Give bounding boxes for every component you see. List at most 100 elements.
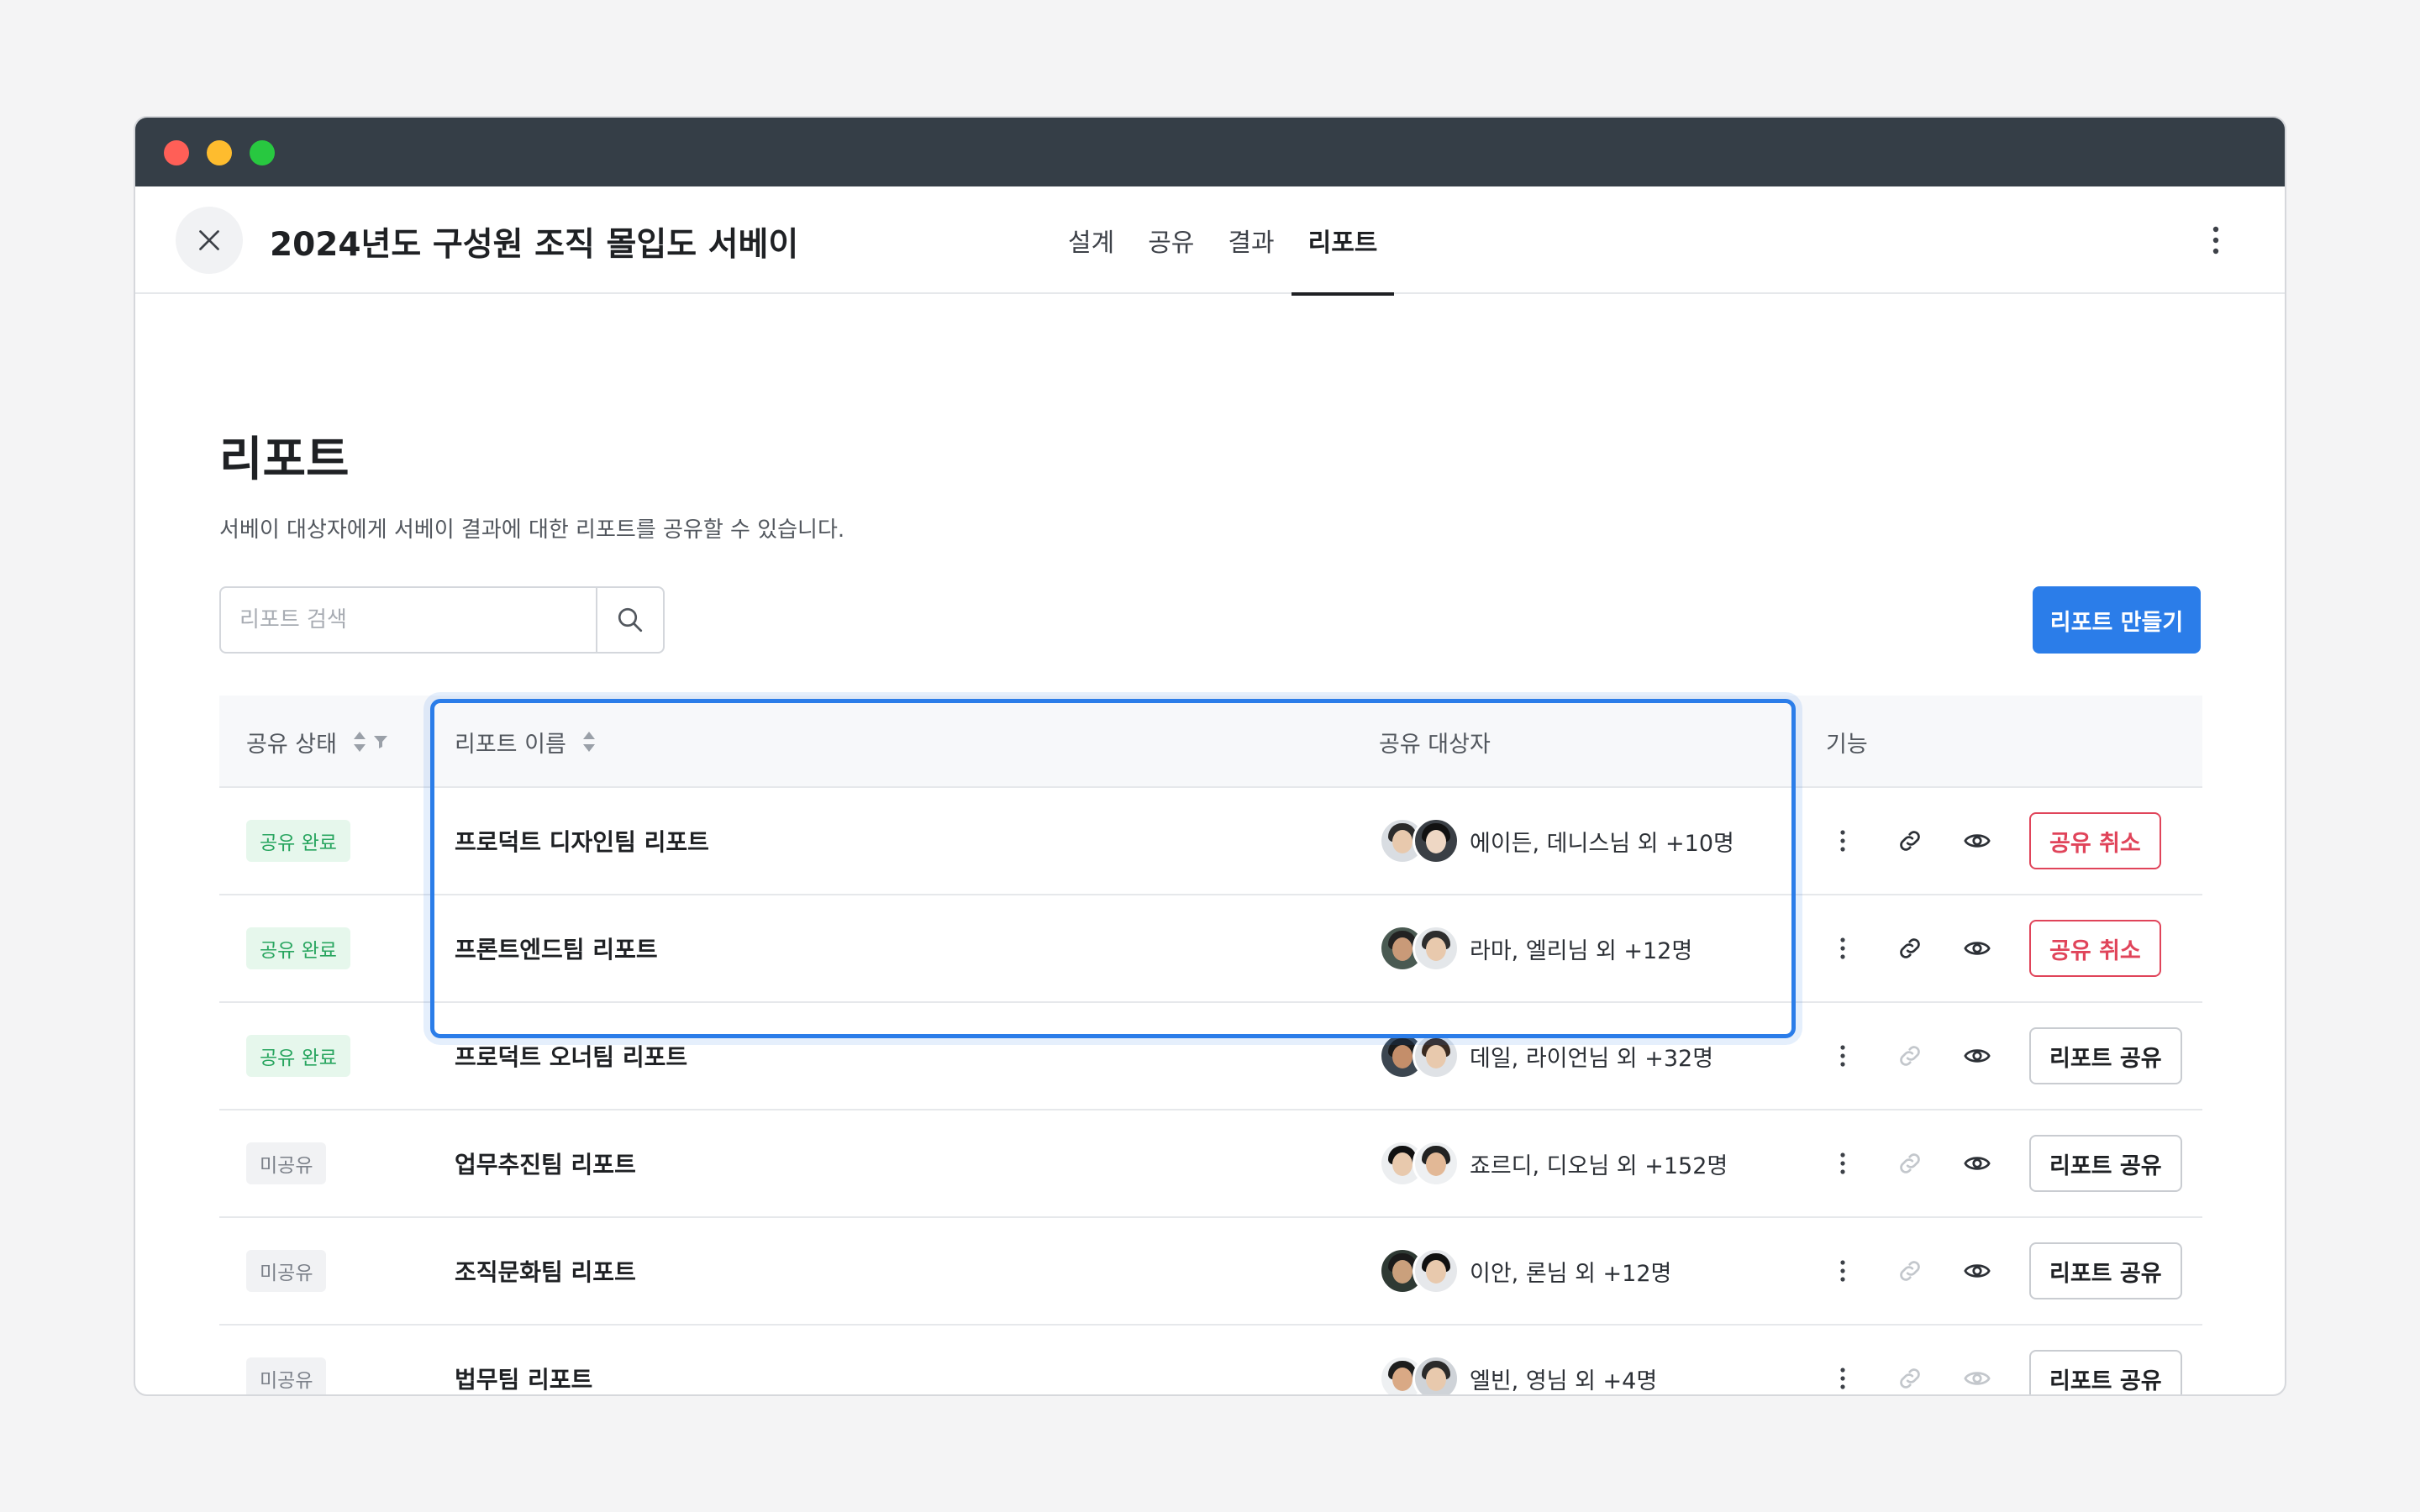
row-more-button[interactable] [1826, 932, 1860, 965]
more-vertical-icon [1840, 1045, 1845, 1067]
search-input[interactable] [221, 588, 596, 652]
report-table: 공유 상태 리포트 이름 공유 대상자 기능 공유 완료 프로덕트 디자인팀 리… [219, 696, 2202, 1394]
eye-icon [1964, 942, 1991, 955]
avatar [1413, 1355, 1460, 1394]
window-maximize-dot[interactable] [250, 140, 275, 165]
more-vertical-icon [1840, 1152, 1845, 1174]
header-name-label: 리포트 이름 [455, 731, 566, 758]
window-minimize-dot[interactable] [207, 140, 232, 165]
app-header: 2024년도 구성원 조직 몰입도 서베이 설계 공유 결과 리포트 [135, 186, 2285, 296]
avatar [1413, 1247, 1460, 1294]
share-targets: 데일, 라이언님 외 +32명 [1470, 1045, 1714, 1072]
report-name[interactable]: 프로덕트 디자인팀 리포트 [455, 788, 709, 894]
preview-button[interactable] [1960, 1254, 1994, 1288]
app-window: 2024년도 구성원 조직 몰입도 서베이 설계 공유 결과 리포트 리포트 서… [134, 116, 2286, 1396]
header-share: 공유 대상자 [1379, 731, 1491, 758]
more-vertical-icon [1840, 1368, 1845, 1389]
avatar-group [1379, 925, 1460, 972]
tab-share[interactable]: 공유 [1131, 186, 1211, 294]
search-box [219, 586, 665, 654]
status-badge: 공유 완료 [246, 820, 350, 862]
row-more-button[interactable] [1826, 1039, 1860, 1073]
header-name: 리포트 이름 [455, 696, 597, 788]
table-row[interactable]: 미공유 조직문화팀 리포트 이안, 론님 외 +12명 리포트 공유 [219, 1218, 2202, 1326]
cancel-share-button[interactable]: 공유 취소 [2029, 920, 2161, 977]
more-menu-button[interactable] [2199, 223, 2233, 257]
share-report-button[interactable]: 리포트 공유 [2029, 1242, 2182, 1299]
preview-button[interactable] [1960, 1039, 1994, 1073]
sort-icon[interactable] [352, 730, 367, 753]
avatar [1413, 817, 1460, 864]
tab-results[interactable]: 결과 [1211, 186, 1291, 294]
create-report-button[interactable]: 리포트 만들기 [2033, 586, 2201, 654]
link-icon [1900, 831, 1920, 851]
table-row[interactable]: 공유 완료 프로덕트 디자인팀 리포트 에이든, 데니스님 외 +10명 공유 … [219, 788, 2202, 895]
table-row[interactable]: 공유 완료 프론트엔드팀 리포트 라마, 엘리님 외 +12명 공유 취소 [219, 895, 2202, 1003]
link-icon [1900, 1046, 1920, 1066]
row-more-button[interactable] [1826, 1254, 1860, 1288]
tab-report[interactable]: 리포트 [1291, 186, 1395, 296]
page-title: 리포트 [219, 433, 350, 487]
share-report-button[interactable]: 리포트 공유 [2029, 1350, 2182, 1394]
more-vertical-icon [2212, 226, 2219, 255]
more-vertical-icon [1840, 1260, 1845, 1282]
table-row[interactable]: 미공유 법무팀 리포트 엘빈, 영님 외 +4명 리포트 공유 [219, 1326, 2202, 1394]
filter-icon[interactable] [372, 733, 389, 750]
window-close-dot[interactable] [164, 140, 189, 165]
copy-link-button[interactable] [1893, 1039, 1927, 1073]
report-name[interactable]: 업무추진팀 리포트 [455, 1110, 636, 1216]
status-badge: 공유 완료 [246, 1035, 350, 1077]
table-header: 공유 상태 리포트 이름 공유 대상자 기능 [219, 696, 2202, 788]
cancel-share-button[interactable]: 공유 취소 [2029, 812, 2161, 869]
preview-button[interactable] [1960, 932, 1994, 965]
preview-button[interactable] [1960, 1147, 1994, 1180]
search-button[interactable] [596, 588, 663, 652]
share-targets: 죠르디, 디오님 외 +152명 [1470, 1152, 1728, 1179]
avatar-group [1379, 1247, 1460, 1294]
survey-title: 2024년도 구성원 조직 몰입도 서베이 [270, 226, 799, 264]
report-name[interactable]: 프론트엔드팀 리포트 [455, 895, 658, 1001]
table-row[interactable]: 미공유 업무추진팀 리포트 죠르디, 디오님 외 +152명 리포트 공유 [219, 1110, 2202, 1218]
report-name[interactable]: 법무팀 리포트 [455, 1326, 592, 1394]
page-description: 서베이 대상자에게 서베이 결과에 대한 리포트를 공유할 수 있습니다. [219, 517, 845, 543]
report-name[interactable]: 프로덕트 오너팀 리포트 [455, 1003, 687, 1109]
share-report-button[interactable]: 리포트 공유 [2029, 1027, 2182, 1084]
status-badge: 미공유 [246, 1250, 327, 1292]
avatar [1413, 925, 1460, 972]
search-icon [618, 607, 643, 633]
close-button[interactable] [176, 207, 243, 274]
link-icon [1900, 1153, 1920, 1173]
tab-bar: 설계 공유 결과 리포트 [1051, 186, 1395, 296]
preview-button[interactable] [1960, 824, 1994, 858]
sort-icon[interactable] [581, 730, 597, 753]
copy-link-button[interactable] [1893, 1362, 1927, 1394]
row-more-button[interactable] [1826, 1147, 1860, 1180]
status-badge: 공유 완료 [246, 927, 350, 969]
close-icon [199, 230, 219, 250]
copy-link-button[interactable] [1893, 932, 1927, 965]
header-status: 공유 상태 [246, 696, 389, 788]
share-report-button[interactable]: 리포트 공유 [2029, 1135, 2182, 1192]
avatar [1413, 1140, 1460, 1187]
report-name[interactable]: 조직문화팀 리포트 [455, 1218, 636, 1324]
avatar-group [1379, 817, 1460, 864]
preview-button[interactable] [1960, 1362, 1994, 1394]
more-vertical-icon [1840, 830, 1845, 852]
copy-link-button[interactable] [1893, 1147, 1927, 1180]
copy-link-button[interactable] [1893, 824, 1927, 858]
row-more-button[interactable] [1826, 824, 1860, 858]
share-targets: 에이든, 데니스님 외 +10명 [1470, 830, 1734, 857]
eye-icon [1964, 1049, 1991, 1063]
row-more-button[interactable] [1826, 1362, 1860, 1394]
eye-icon [1964, 1372, 1991, 1385]
status-badge: 미공유 [246, 1357, 327, 1394]
window-titlebar [135, 118, 2285, 186]
link-icon [1900, 938, 1920, 958]
share-targets: 엘빈, 영님 외 +4명 [1470, 1368, 1658, 1394]
tab-design[interactable]: 설계 [1051, 186, 1131, 294]
link-icon [1900, 1368, 1920, 1389]
table-row[interactable]: 공유 완료 프로덕트 오너팀 리포트 데일, 라이언님 외 +32명 리포트 공… [219, 1003, 2202, 1110]
avatar-group [1379, 1140, 1460, 1187]
copy-link-button[interactable] [1893, 1254, 1927, 1288]
eye-icon [1964, 1264, 1991, 1278]
